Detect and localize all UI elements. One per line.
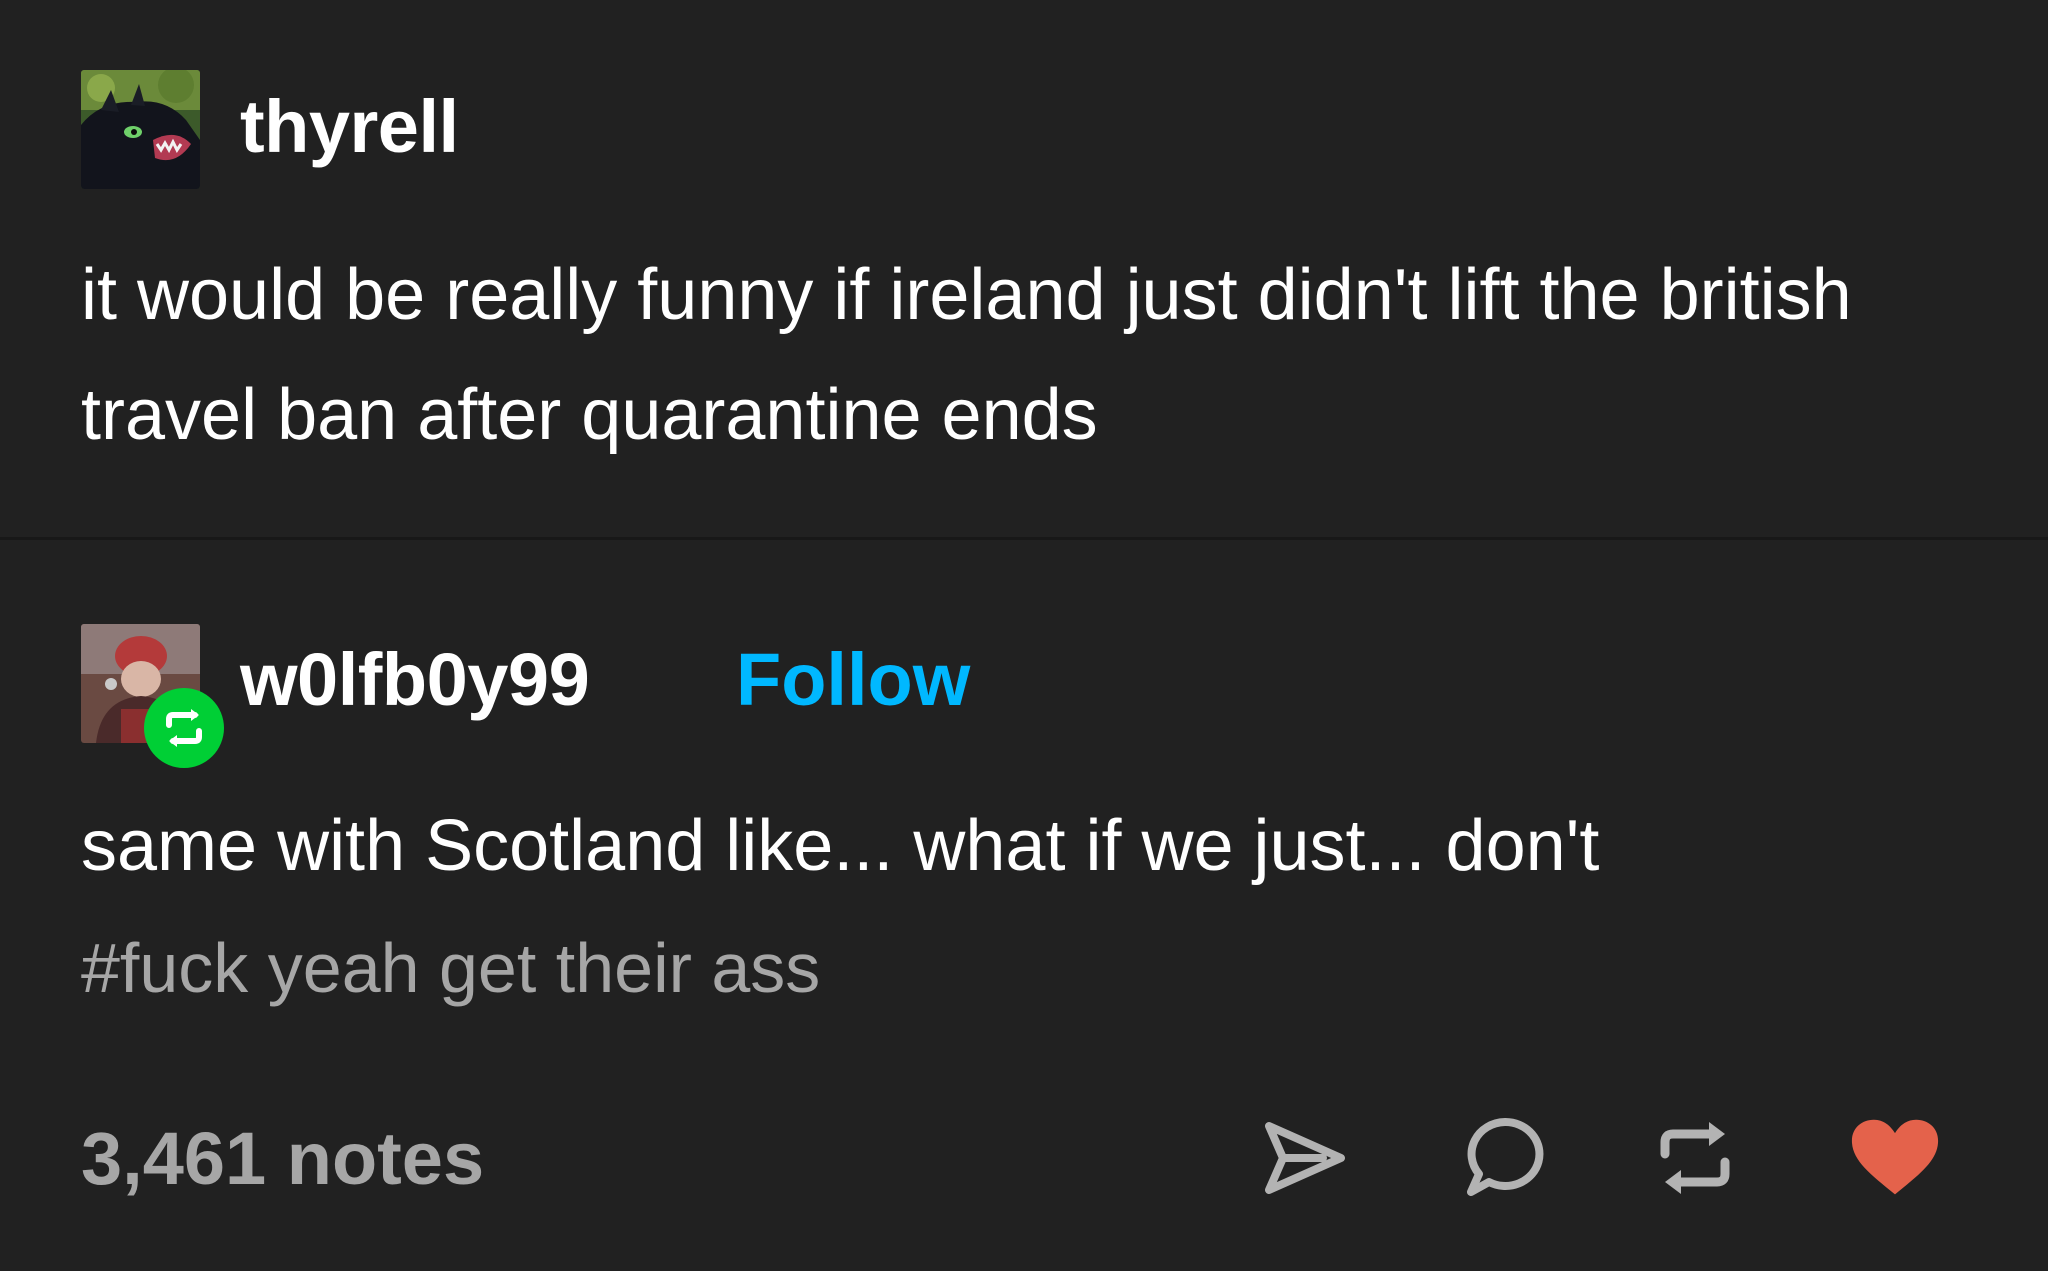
reply-button[interactable] <box>1460 1113 1550 1203</box>
avatar[interactable] <box>81 624 224 768</box>
notes-count[interactable]: 3,461 notes <box>81 1122 484 1196</box>
share-button[interactable] <box>1260 1113 1350 1203</box>
reblog-icon <box>1660 1122 1730 1194</box>
post-body: same with Scotland like... what if we ju… <box>81 806 1600 886</box>
like-icon <box>1851 1119 1939 1195</box>
avatar[interactable] <box>81 70 200 189</box>
follow-button[interactable]: Follow <box>736 643 970 717</box>
tumblr-post: thyrell it would be really funny if irel… <box>0 0 2048 1271</box>
share-icon <box>1265 1122 1345 1194</box>
reblog-post: w0lfb0y99 Follow same with Scotland like… <box>0 540 2048 1271</box>
username[interactable]: w0lfb0y99 <box>240 643 590 717</box>
post-actions <box>1260 1113 1980 1203</box>
original-post: thyrell it would be really funny if irel… <box>0 0 2048 537</box>
reblog-button[interactable] <box>1650 1113 1740 1203</box>
reply-icon <box>1467 1117 1544 1196</box>
username[interactable]: thyrell <box>240 90 459 164</box>
post-body: it would be really funny if ireland just… <box>81 255 1852 455</box>
post-tags[interactable]: #fuck yeah get their ass <box>81 933 820 1003</box>
reblog-badge-icon <box>144 688 224 768</box>
like-button[interactable] <box>1850 1113 1940 1203</box>
